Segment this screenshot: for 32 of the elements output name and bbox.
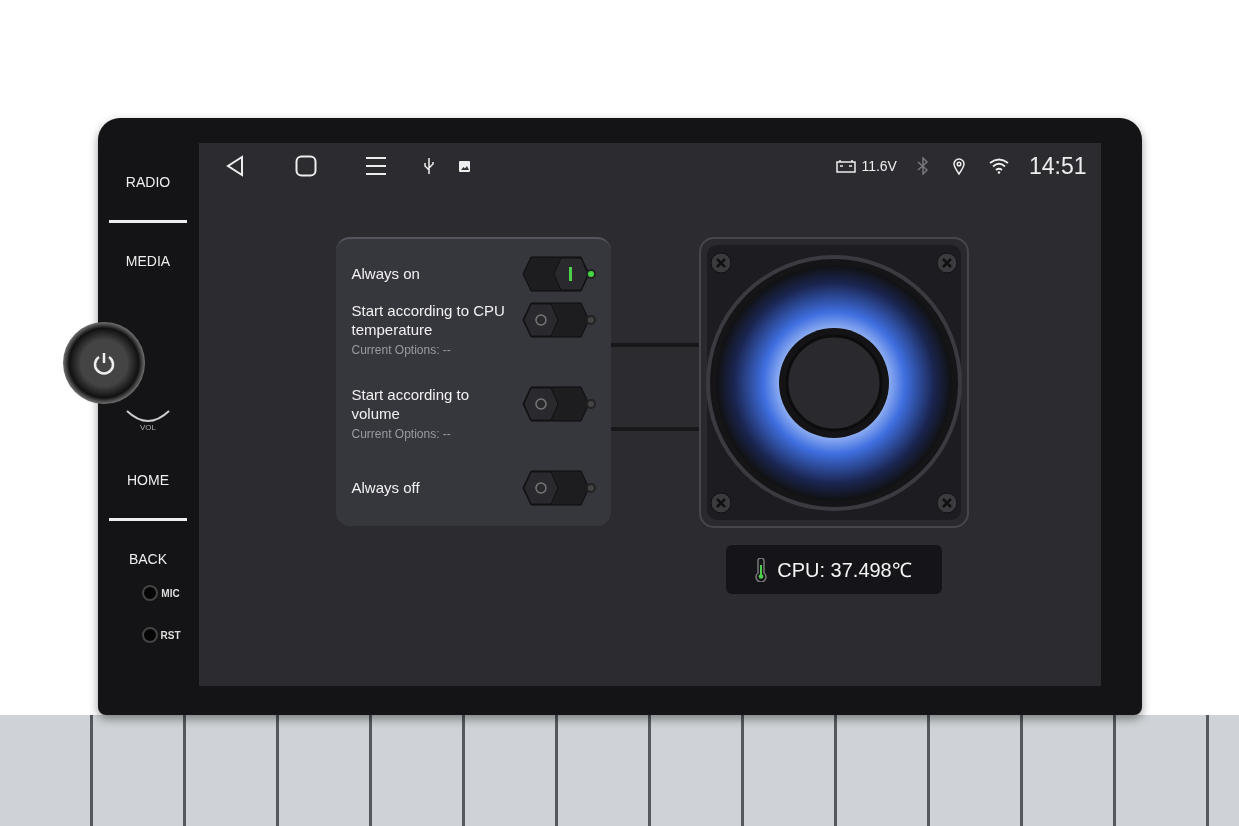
port-label: MIC (161, 587, 180, 599)
image-icon (458, 160, 470, 172)
battery-icon (836, 159, 857, 173)
port-hole (142, 585, 159, 601)
toggle-switch[interactable] (520, 301, 597, 339)
menu-icon (364, 156, 387, 176)
back-label[interactable]: BACK (128, 551, 168, 567)
mode-subtitle: Current Options: -- (351, 343, 452, 357)
voltage-text: 11.6V (861, 158, 897, 174)
home-label[interactable]: HOME (127, 472, 169, 488)
toggle-switch[interactable] (520, 385, 597, 423)
mode-subtitle: Current Options: -- (351, 427, 452, 441)
toggle-switch[interactable] (520, 255, 597, 293)
cpu-temperature-text: CPU: 37.498℃ (777, 558, 912, 583)
toggle-switch[interactable] (520, 469, 597, 507)
home-icon (294, 155, 317, 177)
mode-label: Start according to CPU temperature (351, 301, 506, 339)
thermometer-icon (755, 557, 768, 582)
radio-label[interactable]: RADIO (125, 174, 171, 190)
location-pin-icon (952, 157, 965, 175)
mode-label: Always off (351, 478, 421, 497)
mode-label: Start according to volume (351, 385, 471, 423)
usb-icon (422, 157, 435, 175)
vol-label: VOL (140, 423, 156, 432)
port-label: RST (160, 629, 181, 641)
clock-text: 14:51 (1028, 152, 1087, 180)
back-icon (224, 155, 245, 177)
arc-icon (125, 409, 171, 423)
mode-label: Always on (351, 264, 421, 283)
port-hole (141, 627, 158, 643)
media-label[interactable]: MEDIA (125, 253, 171, 269)
wifi-icon (988, 158, 1009, 174)
